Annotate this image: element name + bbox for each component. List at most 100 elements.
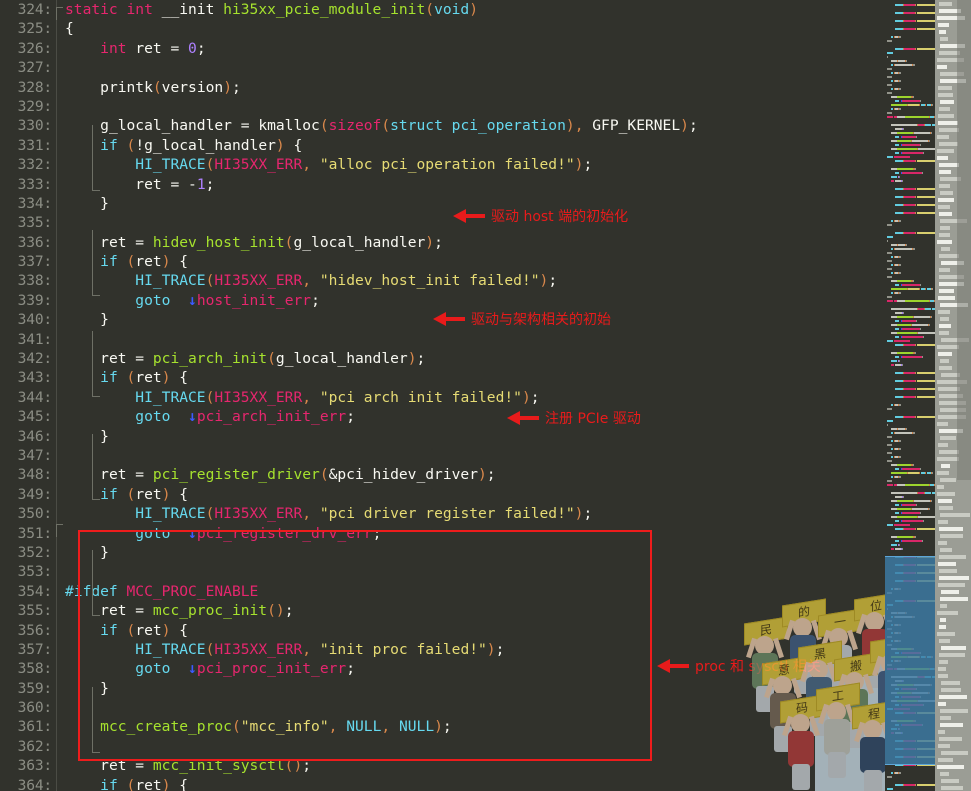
- minimap-line: [885, 88, 935, 91]
- code-text: goto ↓pci_register_drv_err;: [63, 524, 884, 543]
- minimap-token: [920, 696, 921, 698]
- minimap-token: [904, 232, 915, 234]
- minimap-token: [902, 512, 920, 514]
- gutter-separator: [56, 717, 57, 737]
- minimap-token: [895, 372, 903, 374]
- code-line[interactable]: 342: ret = pci_arch_init(g_local_handler…: [0, 349, 884, 369]
- code-line[interactable]: 331: if (!g_local_handler) {: [0, 135, 884, 156]
- code-token: ,: [302, 388, 312, 406]
- code-line[interactable]: 346: }: [0, 426, 884, 446]
- code-line[interactable]: 337: if (ret) {: [0, 252, 884, 272]
- minimap-token: [925, 492, 931, 494]
- code-line[interactable]: 344: HI_TRACE(HI35XX_ERR, "pci arch init…: [0, 387, 884, 408]
- code-line[interactable]: 357: HI_TRACE(HI35XX_ERR, "init proc fai…: [0, 639, 884, 660]
- code-text: }: [63, 427, 884, 446]
- ruler-mark: [939, 289, 954, 293]
- code-line[interactable]: 335:: [0, 213, 884, 233]
- minimap-token: [929, 508, 930, 510]
- overview-ruler[interactable]: [935, 0, 971, 791]
- ruler-mark: [940, 100, 954, 104]
- minimap-token: [895, 188, 903, 190]
- minimap-token: [915, 388, 916, 390]
- code-line[interactable]: 332: HI_TRACE(HI35XX_ERR, "alloc pci_ope…: [0, 155, 884, 175]
- minimap-token: [904, 748, 915, 750]
- code-line[interactable]: 359: }: [0, 678, 884, 699]
- code-line[interactable]: 326: int ret = 0;: [0, 38, 884, 59]
- code-token: ): [407, 350, 417, 368]
- minimap-token: [897, 536, 913, 538]
- minimap-line: [885, 692, 935, 695]
- minimap-token: [917, 196, 935, 198]
- minimap-line: [885, 700, 935, 703]
- code-text: HI_TRACE(HI35XX_ERR, "alloc pci_operatio…: [63, 155, 884, 174]
- minimap-token: [894, 524, 910, 526]
- ruler-mark: [941, 688, 961, 692]
- code-line[interactable]: 350: HI_TRACE(HI35XX_ERR, "pci driver re…: [0, 504, 884, 524]
- minimap-token: [917, 232, 935, 234]
- gutter-separator: [56, 523, 57, 543]
- code-line[interactable]: 358: goto ↓pci_proc_init_err;: [0, 659, 884, 679]
- code-line[interactable]: 347:: [0, 445, 884, 466]
- code-line[interactable]: 352: }: [0, 542, 884, 563]
- code-line[interactable]: 348: ret = pci_register_driver(&pci_hide…: [0, 465, 884, 485]
- code-token: NULL: [398, 718, 435, 736]
- minimap[interactable]: [885, 0, 935, 791]
- minimap-line: [885, 48, 935, 51]
- code-line[interactable]: 353:: [0, 562, 884, 582]
- ruler-mark: [940, 716, 951, 720]
- code-line[interactable]: 325: {: [0, 19, 884, 39]
- code-line[interactable]: 363: ret = mcc_init_sysctl();: [0, 756, 884, 776]
- minimap-token: [904, 388, 915, 390]
- code-text-area[interactable]: 324: static int __init hi35xx_pcie_module…: [0, 0, 884, 791]
- minimap-token: [895, 232, 903, 234]
- code-line[interactable]: 343: if (ret) {: [0, 368, 884, 388]
- code-line[interactable]: 336: ret = hidev_host_init(g_local_handl…: [0, 232, 884, 253]
- minimap-token: [918, 516, 935, 518]
- code-line[interactable]: 361: mcc_create_proc("mcc_info", NULL, N…: [0, 717, 884, 737]
- code-token: ret: [100, 602, 127, 620]
- minimap-line: [885, 764, 935, 767]
- code-line[interactable]: 364: if (ret) {: [0, 775, 884, 791]
- code-line[interactable]: 338: HI_TRACE(HI35XX_ERR, "hidev_host_in…: [0, 271, 884, 291]
- minimap-line: [885, 300, 935, 303]
- line-number: 338:: [17, 272, 53, 290]
- code-token: static: [65, 1, 118, 18]
- minimap-line: [885, 748, 935, 751]
- code-line[interactable]: 339: goto ↓host_init_err;: [0, 290, 884, 311]
- minimap-line: [885, 400, 935, 403]
- code-line[interactable]: 341:: [0, 329, 884, 350]
- gutter-separator: [56, 135, 57, 156]
- code-line[interactable]: 351: goto ↓pci_register_drv_err;: [0, 523, 884, 543]
- code-line[interactable]: 327:: [0, 58, 884, 78]
- code-line[interactable]: 349: if (ret) {: [0, 484, 884, 505]
- vertical-scrollbar-thumb[interactable]: [957, 0, 971, 480]
- code-line[interactable]: 334: }: [0, 193, 884, 214]
- code-token: {: [170, 621, 189, 639]
- code-line[interactable]: 356: if (ret) {: [0, 620, 884, 640]
- code-line[interactable]: 360:: [0, 698, 884, 718]
- minimap-token: [891, 660, 893, 662]
- code-token: =: [126, 350, 153, 368]
- code-line[interactable]: 328: printk(version);: [0, 77, 884, 97]
- code-line[interactable]: 355: ret = mcc_proc_init();: [0, 601, 884, 621]
- code-line[interactable]: 324: static int __init hi35xx_pcie_module…: [0, 0, 884, 20]
- minimap-token: [895, 556, 903, 558]
- code-line[interactable]: 333: ret = -1;: [0, 174, 884, 194]
- code-line[interactable]: 354: #ifdef MCC_PROC_ENABLE: [0, 581, 884, 602]
- gutter-separator: [56, 504, 57, 524]
- minimap-line: [885, 112, 935, 115]
- minimap-token: [895, 528, 903, 530]
- code-token: version: [161, 78, 224, 96]
- code-line[interactable]: 340: }: [0, 310, 884, 330]
- minimap-line: [885, 356, 935, 359]
- minimap-token: [887, 608, 888, 610]
- code-line[interactable]: 362:: [0, 736, 884, 757]
- minimap-token: [919, 656, 920, 658]
- code-line[interactable]: 329:: [0, 96, 884, 117]
- code-line[interactable]: 345: goto ↓pci_arch_init_err;: [0, 407, 884, 427]
- minimap-token: [899, 588, 901, 590]
- code-line[interactable]: 330: g_local_handler = kmalloc(sizeof(st…: [0, 116, 884, 136]
